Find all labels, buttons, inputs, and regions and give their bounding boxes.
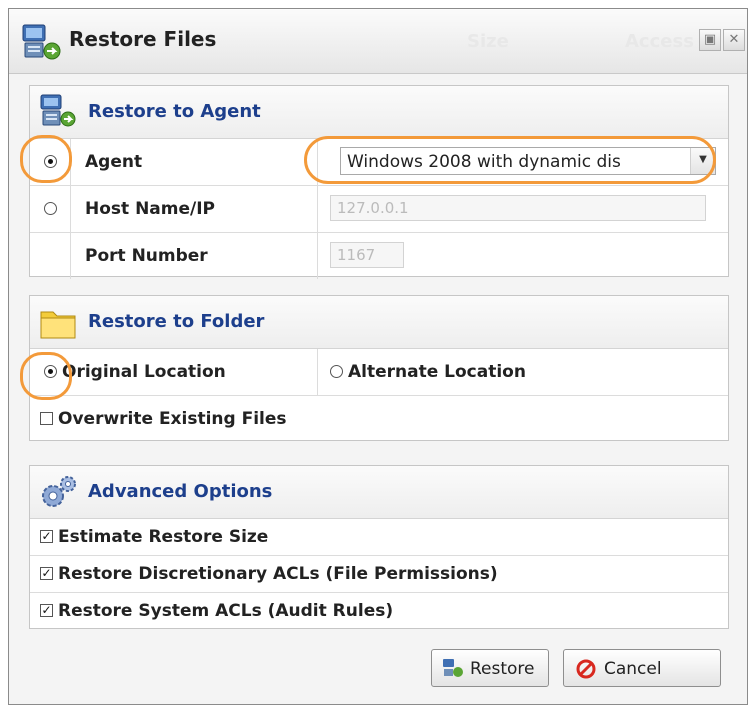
- location-divider: [317, 349, 318, 395]
- advanced-options-header: Advanced Options: [30, 466, 728, 519]
- agent-label-cell: Agent: [71, 139, 318, 185]
- overwrite-label: Overwrite Existing Files: [58, 409, 287, 429]
- cancel-button-label: Cancel: [604, 659, 662, 679]
- restore-files-dialog: Restore Files Size Access ▣ ✕ Restore to…: [8, 8, 748, 705]
- restore-to-agent-header: Restore to Agent: [30, 86, 728, 139]
- port-label-cell: Port Number: [71, 233, 318, 279]
- estimate-checkbox[interactable]: ✓: [40, 530, 53, 543]
- host-label-cell: Host Name/IP: [71, 186, 318, 232]
- dacl-label: Restore Discretionary ACLs (File Permiss…: [58, 564, 498, 584]
- port-input[interactable]: 1167: [330, 242, 404, 268]
- estimate-label: Estimate Restore Size: [58, 527, 269, 547]
- advanced-options-panel: Advanced Options ✓ Estimate Restore Size…: [29, 465, 729, 629]
- restore-button[interactable]: Restore: [431, 649, 549, 687]
- host-input[interactable]: 127.0.0.1: [330, 195, 706, 221]
- dialog-title: Restore Files: [69, 27, 217, 51]
- restore-agent-icon: [22, 24, 61, 60]
- restore-to-folder-heading: Restore to Folder: [88, 311, 265, 332]
- ghost-column-access: Access: [625, 31, 694, 52]
- port-radio-cell: [30, 233, 71, 279]
- dacl-checkbox[interactable]: ✓: [40, 567, 53, 580]
- original-location-label: Original Location: [62, 362, 226, 382]
- sacl-row: ✓ Restore System ACLs (Audit Rules): [30, 593, 728, 629]
- dacl-row: ✓ Restore Discretionary ACLs (File Permi…: [30, 556, 728, 593]
- title-bar: Restore Files Size Access ▣ ✕: [9, 9, 747, 74]
- restore-to-folder-panel: Restore to Folder Original Location Alte…: [29, 295, 729, 441]
- restore-to-agent-heading: Restore to Agent: [88, 101, 261, 122]
- port-label: Port Number: [85, 246, 208, 266]
- overwrite-row: Overwrite Existing Files: [30, 396, 728, 442]
- sacl-checkbox[interactable]: ✓: [40, 604, 53, 617]
- folder-icon: [40, 311, 76, 339]
- gears-icon: [42, 476, 76, 507]
- original-location-highlight: [20, 352, 72, 400]
- agent-select-highlight: [304, 136, 716, 184]
- cancel-button[interactable]: Cancel: [563, 649, 721, 687]
- location-row: Original Location Alternate Location: [30, 349, 728, 396]
- advanced-options-heading: Advanced Options: [88, 481, 273, 502]
- estimate-row: ✓ Estimate Restore Size: [30, 519, 728, 556]
- restore-button-label: Restore: [470, 659, 535, 679]
- restore-agent-icon: [40, 94, 76, 127]
- restore-agent-icon: [443, 659, 463, 677]
- agent-label: Agent: [85, 152, 143, 172]
- restore-to-folder-header: Restore to Folder: [30, 296, 728, 349]
- host-label: Host Name/IP: [85, 199, 216, 219]
- host-radio[interactable]: [44, 202, 57, 215]
- alternate-location-radio[interactable]: [330, 365, 343, 378]
- overwrite-checkbox[interactable]: [40, 412, 53, 425]
- agent-radio-highlight: [20, 135, 72, 183]
- maximize-icon[interactable]: ▣: [699, 29, 721, 51]
- host-row: Host Name/IP 127.0.0.1: [30, 186, 728, 233]
- ghost-column-size: Size: [467, 31, 509, 52]
- close-icon[interactable]: ✕: [723, 29, 745, 51]
- host-radio-cell: [30, 186, 71, 232]
- port-row: Port Number 1167: [30, 233, 728, 279]
- sacl-label: Restore System ACLs (Audit Rules): [58, 601, 394, 621]
- alternate-location-label: Alternate Location: [348, 362, 526, 382]
- cancel-icon: [576, 659, 596, 679]
